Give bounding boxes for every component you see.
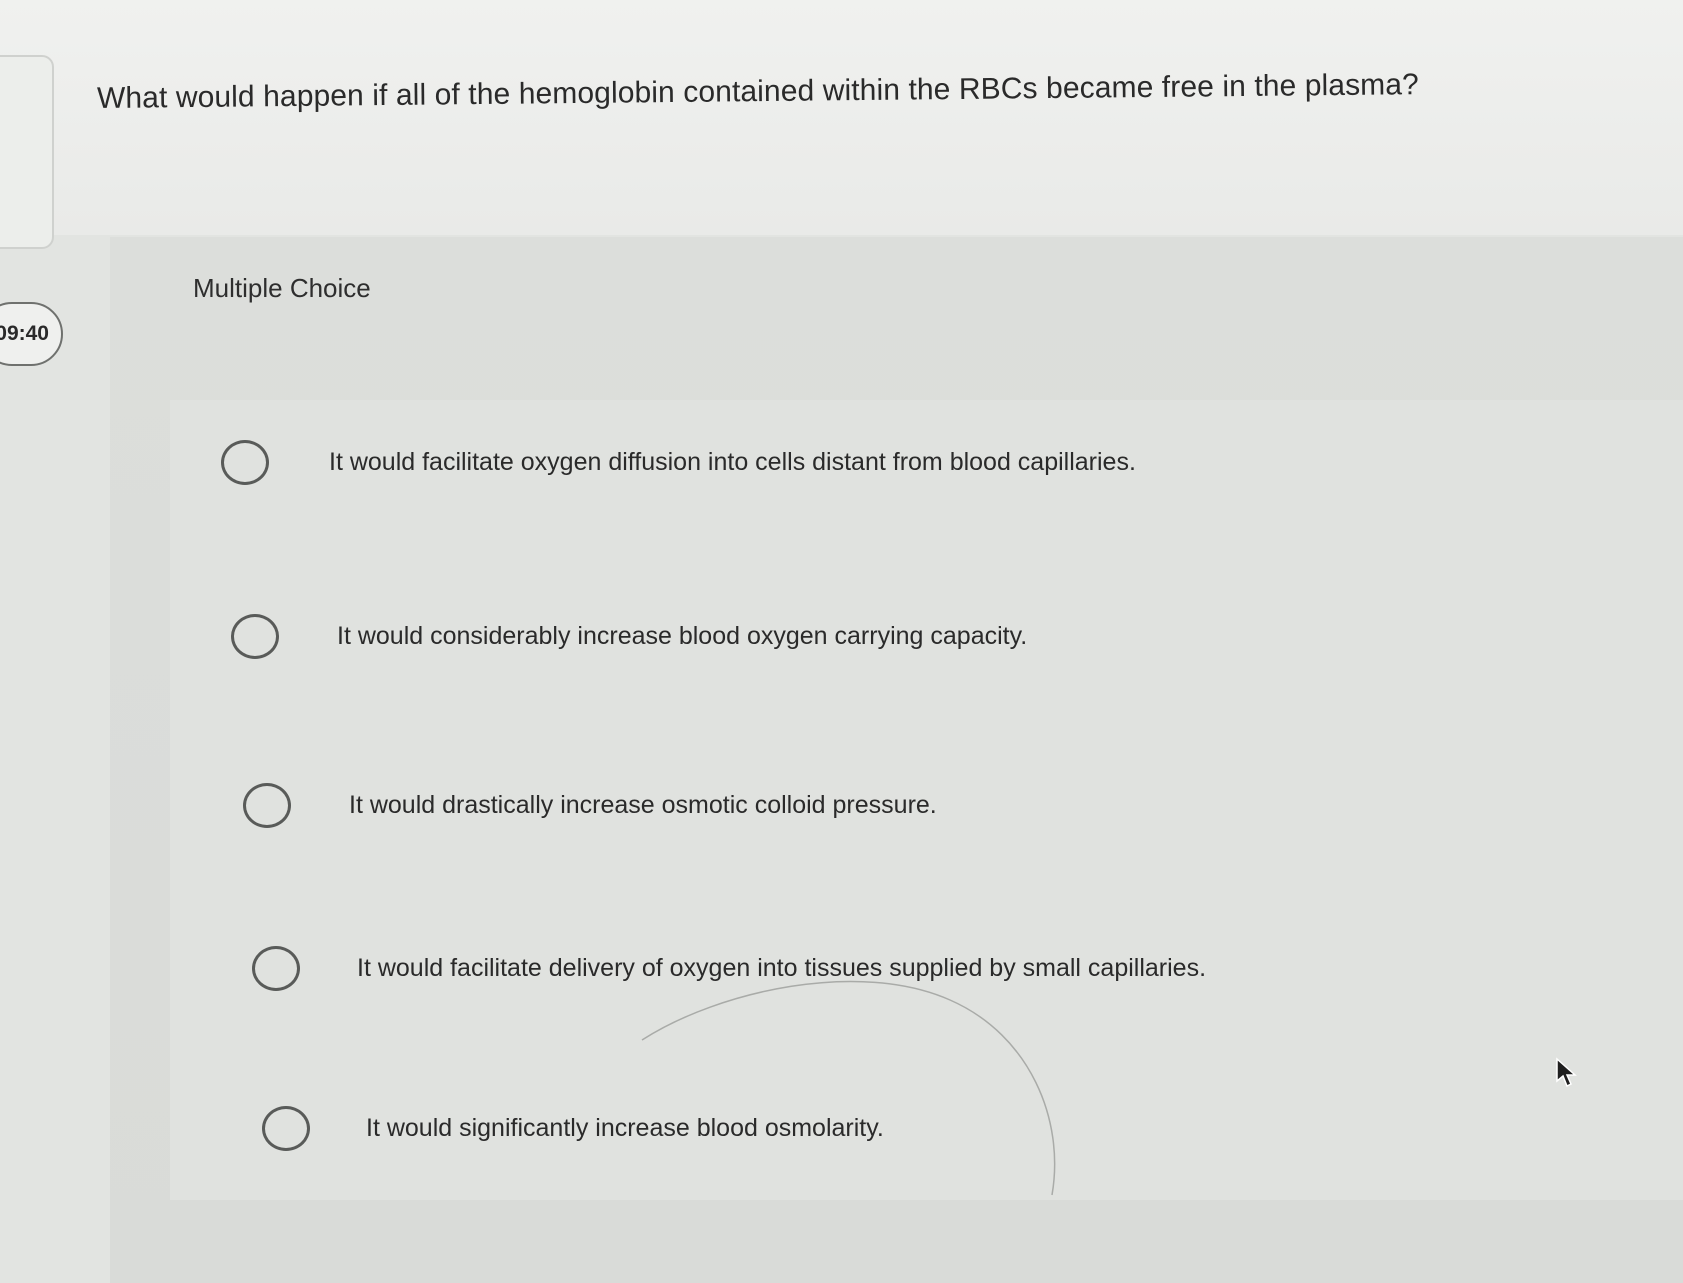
radio-button-icon[interactable] bbox=[262, 1106, 310, 1151]
choice-label[interactable]: It would facilitate oxygen diffusion int… bbox=[329, 448, 1136, 477]
radio-button-icon[interactable] bbox=[252, 946, 300, 991]
radio-button-icon[interactable] bbox=[243, 783, 291, 828]
choice-option-5[interactable]: It would significantly increase blood os… bbox=[262, 1106, 884, 1151]
choice-label[interactable]: It would drastically increase osmotic co… bbox=[349, 791, 937, 820]
timer-badge: 09:40 bbox=[0, 302, 63, 366]
side-panel-tab[interactable] bbox=[0, 55, 54, 249]
question-type-label: Multiple Choice bbox=[193, 273, 371, 303]
radio-button-icon[interactable] bbox=[231, 614, 279, 659]
choice-option-2[interactable]: It would considerably increase blood oxy… bbox=[231, 614, 1027, 659]
choice-option-3[interactable]: It would drastically increase osmotic co… bbox=[243, 783, 937, 828]
choice-option-4[interactable]: It would facilitate delivery of oxygen i… bbox=[252, 946, 1206, 991]
question-header-area bbox=[0, 0, 1683, 235]
choice-label[interactable]: It would significantly increase blood os… bbox=[366, 1114, 884, 1143]
choice-label[interactable]: It would facilitate delivery of oxygen i… bbox=[357, 954, 1206, 983]
timer-text: 09:40 bbox=[0, 322, 49, 345]
mouse-pointer-icon bbox=[1556, 1057, 1577, 1088]
choice-label[interactable]: It would considerably increase blood oxy… bbox=[337, 622, 1027, 651]
radio-button-icon[interactable] bbox=[221, 440, 269, 485]
choice-option-1[interactable]: It would facilitate oxygen diffusion int… bbox=[221, 440, 1136, 485]
